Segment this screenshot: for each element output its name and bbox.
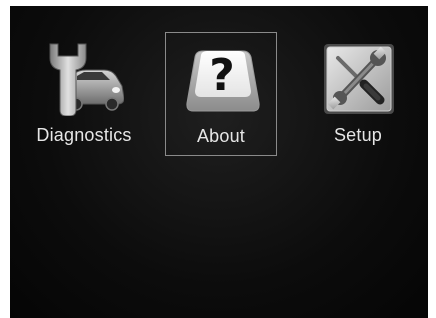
- tools-settings-icon: [324, 44, 394, 114]
- menu-item-label: About: [196, 126, 246, 146]
- menu-item-setup[interactable]: Setup: [302, 32, 414, 156]
- device-screen: Diagnostics ? About Setup: [10, 6, 428, 318]
- menu-item-label: Setup: [333, 125, 383, 145]
- car-wrench-icon: [49, 43, 124, 116]
- svg-text:?: ?: [209, 50, 235, 101]
- menu-item-about[interactable]: ? About: [165, 32, 277, 156]
- question-key-icon: ?: [186, 50, 260, 112]
- menu-item-diagnostics[interactable]: Diagnostics: [28, 32, 140, 156]
- menu-item-label: Diagnostics: [36, 125, 132, 145]
